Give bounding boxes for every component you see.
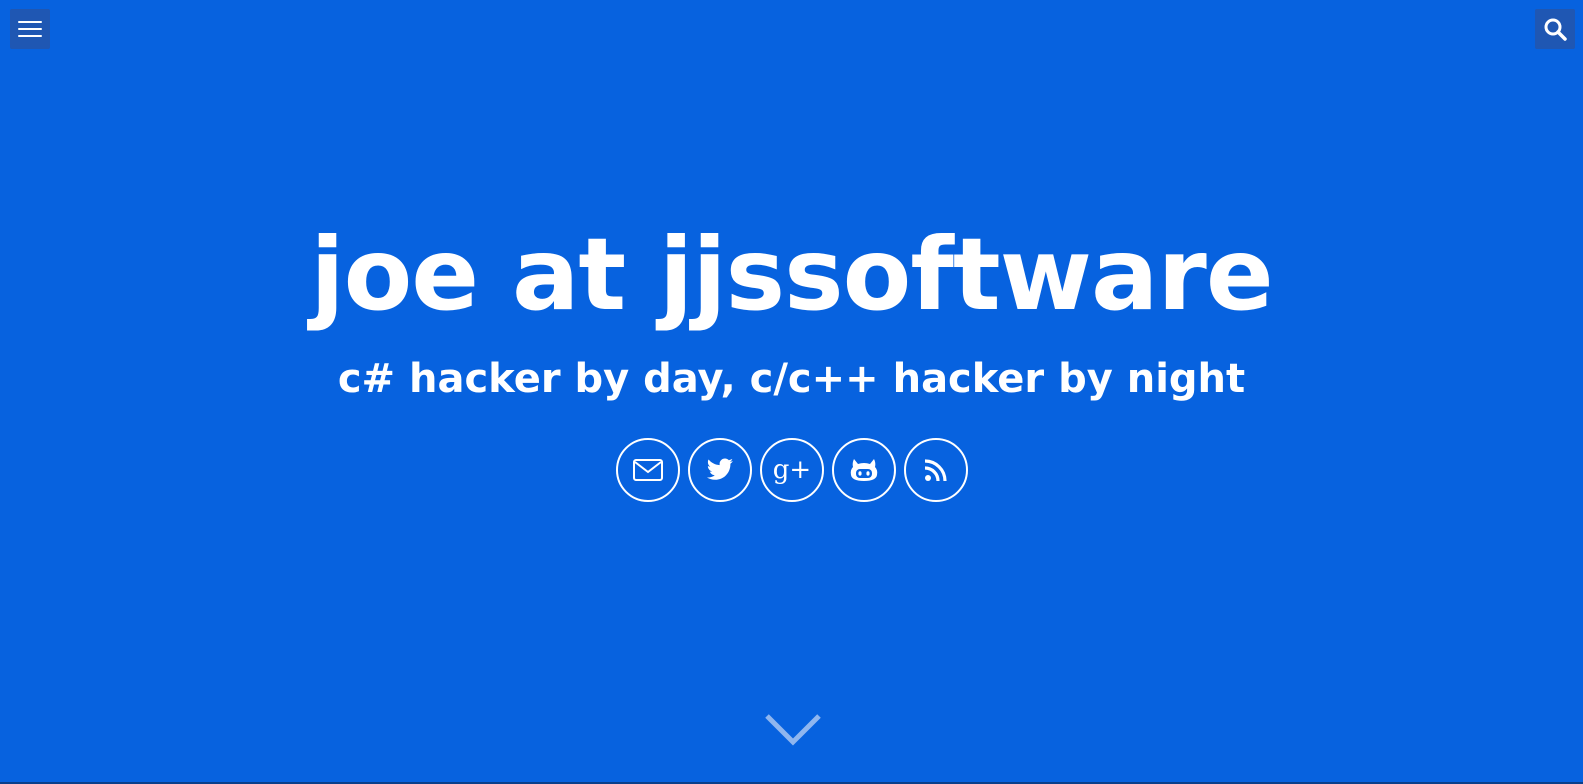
email-link[interactable] xyxy=(616,438,680,502)
github-link[interactable] xyxy=(832,438,896,502)
search-button[interactable] xyxy=(1535,9,1575,49)
hero-section: joe at jjssoftware c# hacker by day, c/c… xyxy=(0,0,1583,784)
rss-link[interactable] xyxy=(904,438,968,502)
hamburger-menu-icon-bar xyxy=(18,35,42,37)
github-icon xyxy=(850,459,878,481)
menu-button[interactable] xyxy=(10,9,50,49)
page-title: joe at jjssoftware xyxy=(310,216,1273,333)
search-icon xyxy=(1544,18,1567,41)
chevron-down-icon xyxy=(765,714,821,746)
social-links: g+ xyxy=(616,438,968,502)
hamburger-menu-icon-bar xyxy=(18,28,42,30)
google-plus-link[interactable]: g+ xyxy=(760,438,824,502)
scroll-down-button[interactable] xyxy=(763,712,823,752)
rss-icon xyxy=(924,459,947,482)
twitter-icon xyxy=(706,458,733,480)
twitter-link[interactable] xyxy=(688,438,752,502)
email-icon xyxy=(633,459,663,481)
page-subtitle: c# hacker by day, c/c++ hacker by night xyxy=(337,356,1246,402)
hamburger-menu-icon xyxy=(18,21,42,23)
google-plus-icon: g+ xyxy=(772,455,812,485)
